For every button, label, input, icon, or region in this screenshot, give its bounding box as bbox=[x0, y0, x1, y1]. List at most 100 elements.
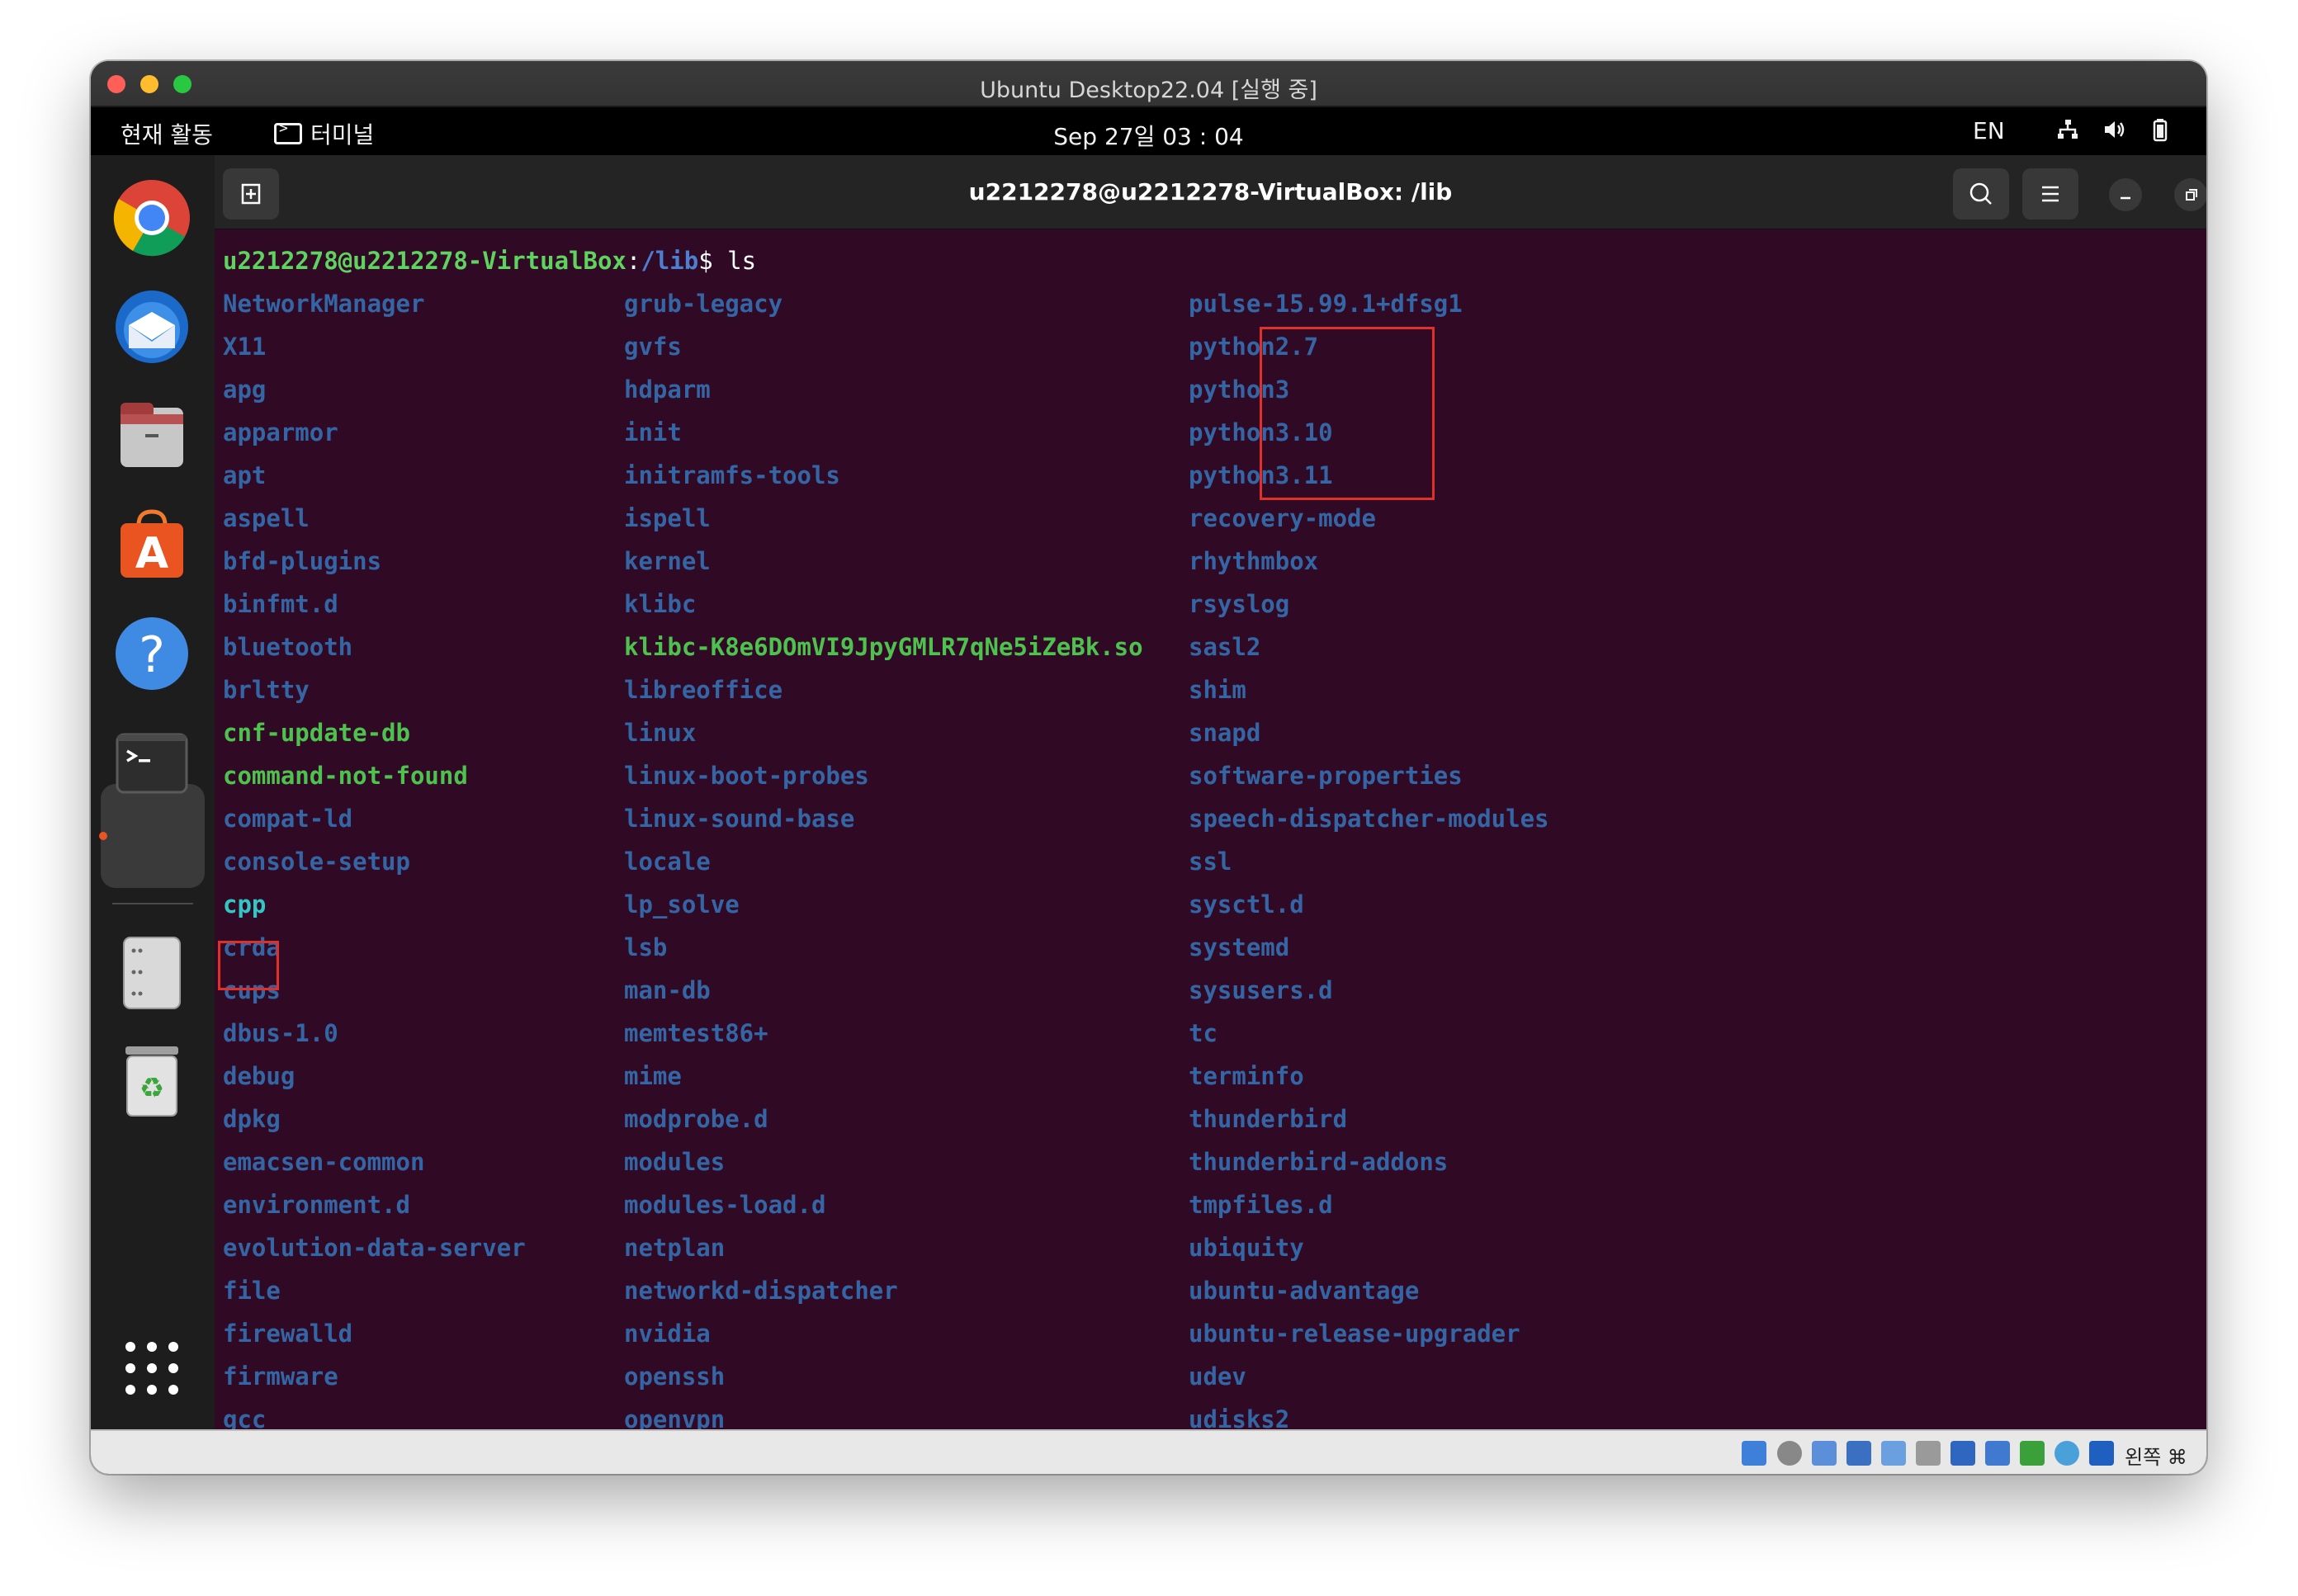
restore-icon bbox=[2186, 189, 2197, 201]
search-button[interactable] bbox=[1953, 168, 2009, 220]
thunderbird-icon[interactable] bbox=[112, 287, 192, 366]
ls-entry: debug bbox=[223, 1062, 296, 1090]
battery-icon[interactable] bbox=[2148, 117, 2173, 142]
ls-entry: init bbox=[624, 418, 682, 446]
ls-entry: shim bbox=[1189, 676, 1246, 704]
ls-entry: hdparm bbox=[624, 375, 711, 404]
dock: A ? ♻ bbox=[91, 155, 215, 1429]
ls-entry: kernel bbox=[624, 547, 711, 575]
ls-entry: mime bbox=[624, 1062, 682, 1090]
app-menu[interactable]: 터미널 bbox=[274, 117, 374, 150]
volume-icon[interactable] bbox=[2102, 117, 2126, 142]
ls-entry: klibc-K8e6DOmVI9JpyGMLR7qNe5iZeBk.so bbox=[624, 633, 1143, 661]
minimize-icon bbox=[2121, 196, 2130, 200]
terminal-icon[interactable] bbox=[112, 723, 192, 802]
ls-entry: console-setup bbox=[223, 848, 410, 876]
prompt-dollar: $ bbox=[698, 247, 713, 275]
ls-entry: ssl bbox=[1189, 848, 1232, 876]
mouse-integration-icon[interactable] bbox=[2054, 1441, 2079, 1466]
ls-entry: speech-dispatcher-modules bbox=[1189, 805, 1549, 833]
ls-entry: software-properties bbox=[1189, 762, 1463, 790]
ls-entry: lsb bbox=[624, 933, 668, 961]
ls-entry: rsyslog bbox=[1189, 590, 1290, 618]
ls-entry: grub-legacy bbox=[624, 290, 783, 318]
svg-text:♻: ♻ bbox=[139, 1072, 164, 1105]
recording-status-icon[interactable] bbox=[1985, 1441, 2010, 1466]
vbox-statusbar: 왼쪽 ⌘ bbox=[91, 1429, 2206, 1474]
usb-status-icon[interactable] bbox=[1881, 1441, 1906, 1466]
ls-entry: locale bbox=[624, 848, 711, 876]
svg-text:A: A bbox=[135, 529, 168, 578]
ls-entry: bfd-plugins bbox=[223, 547, 382, 575]
help-icon[interactable]: ? bbox=[112, 614, 192, 693]
ls-entry: cpp bbox=[223, 890, 267, 918]
ls-entry: initramfs-tools bbox=[624, 461, 840, 489]
ls-column-2: grub-legacy gvfs hdparm init initramfs-tools… bbox=[624, 282, 1143, 1429]
chrome-icon[interactable] bbox=[112, 178, 192, 257]
app-menu-label: 터미널 bbox=[310, 121, 375, 149]
ls-entry: tmpfiles.d bbox=[1189, 1191, 1333, 1219]
prompt-line: u2212278@u2212278-VirtualBox:/lib$ ls bbox=[223, 239, 756, 282]
activities-button[interactable]: 현재 활동 bbox=[121, 117, 213, 150]
network-status-icon[interactable] bbox=[1846, 1441, 1871, 1466]
ls-entry: apg bbox=[223, 375, 267, 404]
ls-entry: file bbox=[223, 1277, 281, 1305]
prompt-command: ls bbox=[712, 247, 757, 275]
prompt-user: u2212278@u2212278-VirtualBox bbox=[223, 247, 627, 275]
ls-entry: command-not-found bbox=[223, 762, 468, 790]
show-apps-icon[interactable] bbox=[112, 1329, 192, 1408]
app-center-icon[interactable]: A bbox=[112, 505, 192, 584]
restore-button[interactable] bbox=[2174, 178, 2206, 211]
input-language[interactable]: EN bbox=[1973, 117, 2005, 144]
ls-entry: apparmor bbox=[223, 418, 338, 446]
cpp-highlight-box bbox=[218, 941, 279, 990]
keyboard-capture-icon[interactable] bbox=[2089, 1441, 2114, 1466]
new-tab-button[interactable] bbox=[223, 168, 279, 220]
ls-entry: pulse-15.99.1+dfsg1 bbox=[1189, 290, 1463, 318]
shared-folders-icon[interactable] bbox=[1916, 1441, 1941, 1466]
ls-entry: dbus-1.0 bbox=[223, 1019, 338, 1047]
trash-icon[interactable]: ♻ bbox=[112, 1041, 192, 1121]
menu-button[interactable] bbox=[2022, 168, 2078, 220]
dock-separator bbox=[112, 903, 193, 904]
clock[interactable]: Sep 27일 03 : 04 bbox=[1053, 123, 1243, 150]
ls-entry: emacsen-common bbox=[223, 1148, 425, 1176]
network-icon[interactable] bbox=[2055, 117, 2080, 142]
files-icon[interactable] bbox=[112, 396, 192, 475]
ls-entry: linux-boot-probes bbox=[624, 762, 869, 790]
ls-entry: ubuntu-advantage bbox=[1189, 1277, 1420, 1305]
ls-entry: udisks2 bbox=[1189, 1405, 1290, 1429]
ls-entry: environment.d bbox=[223, 1191, 410, 1219]
ls-entry: cnf-update-db bbox=[223, 719, 410, 747]
terminal-output[interactable]: u2212278@u2212278-VirtualBox:/lib$ ls Ne… bbox=[215, 229, 2206, 1429]
cpu-status-icon[interactable] bbox=[2020, 1441, 2045, 1466]
mac-titlebar[interactable]: Ubuntu Desktop22.04 [실행 중] bbox=[91, 61, 2206, 107]
disk-icon[interactable] bbox=[112, 933, 192, 1012]
python-highlight-box bbox=[1260, 327, 1435, 500]
ls-entry: snapd bbox=[1189, 719, 1261, 747]
ls-entry: tc bbox=[1189, 1019, 1218, 1047]
ls-column-1: NetworkManager X11 apg apparmor apt aspell bfd… bbox=[223, 282, 526, 1429]
terminal-app-icon bbox=[274, 120, 302, 144]
virtualbox-window: Ubuntu Desktop22.04 [실행 중] 현재 활동 터미널 Sep… bbox=[91, 61, 2206, 1474]
hamburger-icon bbox=[2042, 186, 2059, 202]
new-tab-icon bbox=[241, 183, 261, 205]
hard-disk-status-icon[interactable] bbox=[1742, 1441, 1766, 1466]
ls-entry: rhythmbox bbox=[1189, 547, 1319, 575]
search-icon bbox=[1969, 182, 1992, 205]
prompt-path: /lib bbox=[641, 247, 699, 275]
ls-entry: compat-ld bbox=[223, 805, 353, 833]
audio-status-icon[interactable] bbox=[1812, 1441, 1837, 1466]
ls-entry: gcc bbox=[223, 1405, 267, 1429]
host-key-label: 왼쪽 ⌘ bbox=[2125, 1446, 2187, 1469]
running-indicator bbox=[99, 832, 107, 840]
terminal-title: u2212278@u2212278-VirtualBox: /lib bbox=[968, 178, 1453, 205]
optical-drive-icon[interactable] bbox=[1777, 1441, 1802, 1466]
ls-entry: modules bbox=[624, 1148, 726, 1176]
ls-entry: openvpn bbox=[624, 1405, 726, 1429]
gnome-topbar: 현재 활동 터미널 Sep 27일 03 : 04 EN bbox=[91, 107, 2206, 155]
minimize-button[interactable] bbox=[2109, 178, 2142, 211]
display-status-icon[interactable] bbox=[1950, 1441, 1975, 1466]
ls-entry: brltty bbox=[223, 676, 310, 704]
window-title: Ubuntu Desktop22.04 [실행 중] bbox=[980, 78, 1317, 103]
